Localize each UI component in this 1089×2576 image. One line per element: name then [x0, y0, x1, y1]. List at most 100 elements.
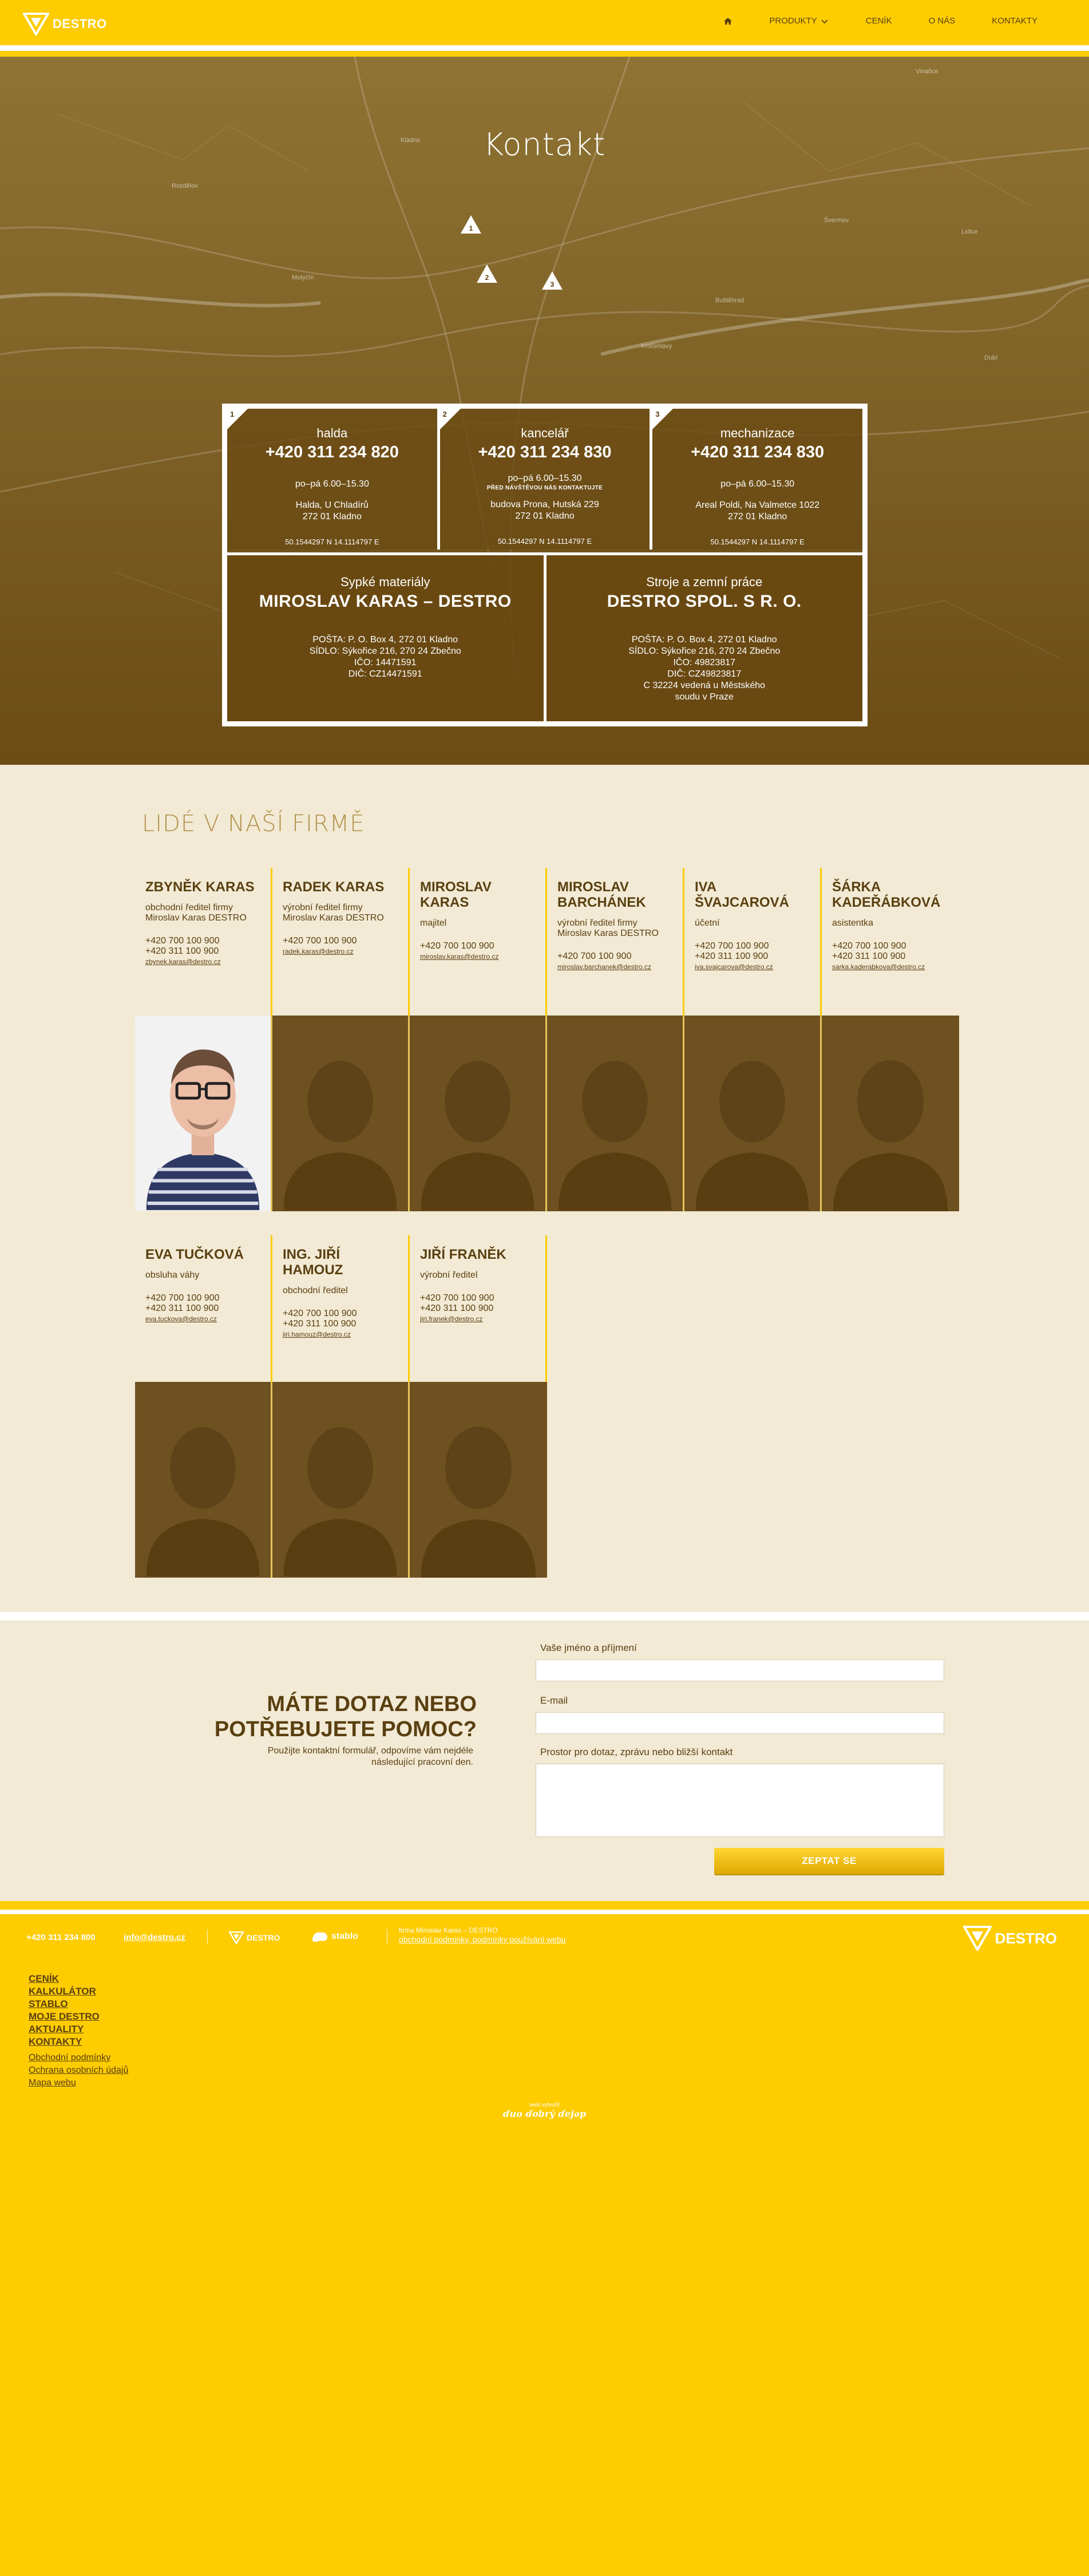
stablo-logo-icon [312, 1932, 327, 1942]
location-phone[interactable]: +420 311 234 830 [440, 443, 650, 462]
section-divider [0, 1612, 1089, 1621]
footer-menu-item[interactable]: AKTUALITY [29, 2023, 100, 2036]
map-label: Buštěhrad [715, 297, 745, 304]
footer-legal-links: Obchodní podmínky Ochrana osobních údajů… [29, 2052, 128, 2089]
footer-link[interactable]: Ochrana osobních údajů [29, 2064, 128, 2077]
location-card: 1 halda +420 311 234 820 po–pá 6.00–15.3… [227, 409, 440, 550]
people-photos-row-1 [135, 1016, 959, 1211]
person-photo-placeholder [135, 1382, 272, 1578]
footer-email[interactable]: info@destro.cz [124, 1933, 185, 1942]
location-phone[interactable]: +420 311 234 830 [652, 443, 862, 462]
location-name: halda [316, 426, 348, 440]
person-email[interactable]: miroslav.karas@destro.cz [420, 953, 536, 961]
firm-details: POŠTA: P. O. Box 4, 272 01 Kladno SÍDLO:… [628, 635, 781, 702]
marker-number: 3 [551, 280, 555, 289]
location-number-badge: 3 [652, 409, 674, 429]
contact-info-box: 1 halda +420 311 234 820 po–pá 6.00–15.3… [222, 404, 868, 726]
main-nav: PRODUKTY CENÍK O NÁS KONTAKTY [723, 16, 1037, 26]
firms-row: Sypké materiály MIROSLAV KARAS – DESTRO … [227, 552, 862, 721]
nav-home[interactable] [723, 17, 732, 26]
map-label: Švermov [824, 217, 849, 224]
firm-card: Sypké materiály MIROSLAV KARAS – DESTRO … [227, 555, 547, 721]
location-phone[interactable]: +420 311 234 820 [227, 443, 437, 462]
person-role: výrobní ředitel [420, 1270, 478, 1280]
person-role: obchodní ředitel [283, 1286, 348, 1295]
map-marker-1[interactable]: 1 [460, 215, 482, 234]
person-card: ZBYNĚK KARAS obchodní ředitel firmy Miro… [135, 868, 272, 1016]
footer-separator [207, 1929, 208, 1944]
contact-map-hero: Kladno Dubí Vinařice Švermov Motyčín Roz… [0, 57, 1089, 765]
person-phones: +420 700 100 900 [420, 941, 494, 951]
footer-menu-item[interactable]: MOJE DESTRO [29, 2010, 100, 2023]
name-input[interactable] [536, 1660, 944, 1681]
map-label: Dubí [984, 354, 998, 361]
footer-menu-item[interactable]: KALKULÁTOR [29, 1985, 100, 1998]
destro-logo-icon [23, 13, 49, 35]
nav-pricelist[interactable]: CENÍK [866, 16, 892, 26]
destro-logo-icon [963, 1926, 992, 1951]
footer-menu: CENÍK KALKULÁTOR STABLO MOJE DESTRO AKTU… [29, 1973, 100, 2048]
email-label: E-mail [540, 1695, 568, 1706]
person-email[interactable]: radek.karas@destro.cz [283, 947, 399, 955]
person-card: MIROSLAV KARAS majitel +420 700 100 900 … [410, 868, 547, 1016]
person-email[interactable]: jiri.hamouz@destro.cz [283, 1330, 399, 1338]
name-label: Vaše jméno a příjmení [540, 1642, 637, 1653]
person-email[interactable]: iva.svajcarova@destro.cz [695, 963, 811, 971]
person-name: JIŘÍ FRANĚK [420, 1247, 506, 1262]
person-photo-placeholder [822, 1016, 959, 1211]
firm-category: Stroje a zemní práce [646, 575, 763, 589]
location-note: PŘED NÁVŠTĚVOU NÁS KONTAKTUJTE [486, 485, 603, 491]
partner-stablo-logo[interactable]: stablo [311, 1930, 358, 1943]
footer-firm-info: firma Miroslav Karas – DESTRO obchodní p… [399, 1926, 566, 1944]
footer-link[interactable]: Mapa webu [29, 2077, 128, 2089]
location-hours: po–pá 6.00–15.30 [508, 473, 582, 483]
person-phones: +420 700 100 900 +420 311 100 900 [420, 1293, 494, 1313]
person-role: obchodní ředitel firmy Miroslav Karas DE… [145, 903, 247, 923]
map-marker-2[interactable]: 2 [476, 264, 498, 283]
submit-button[interactable]: ZEPTAT SE [714, 1848, 944, 1874]
person-name: RADEK KARAS [283, 879, 385, 895]
destro-logo[interactable]: DESTRO [23, 13, 107, 35]
terms-link[interactable]: obchodní podmínky, podmínky používání we… [399, 1935, 566, 1944]
map-label: Lidice [961, 228, 978, 235]
person-name: IVA ŠVAJCAROVÁ [695, 879, 789, 910]
person-photo-placeholder [272, 1382, 410, 1578]
footer-menu-item[interactable]: CENÍK [29, 1973, 100, 1985]
person-email[interactable]: zbynek.karas@destro.cz [145, 958, 262, 966]
top-navbar: DESTRO PRODUKTY CENÍK O NÁS KONTAKTY [0, 0, 1089, 51]
email-input[interactable] [536, 1712, 944, 1734]
partner-destro-logo[interactable]: DESTRO [229, 1931, 280, 1944]
footer-menu-item[interactable]: KONTAKTY [29, 2036, 100, 2048]
footer-link[interactable]: Obchodní podmínky [29, 2052, 128, 2064]
person-name: ING. JIŘÍ HAMOUZ [283, 1247, 343, 1278]
person-phones: +420 700 100 900 +420 311 100 900 [695, 941, 769, 961]
nav-products[interactable]: PRODUKTY [769, 16, 829, 26]
person-photo-placeholder [272, 1016, 410, 1211]
footer-destro-logo[interactable]: DESTRO [963, 1926, 1057, 1951]
location-card: 2 kancelář +420 311 234 830 po–pá 6.00–1… [439, 409, 653, 550]
person-email[interactable]: jiri.franek@destro.cz [420, 1315, 536, 1323]
person-card: MIROSLAV BARCHÁNEK výrobní ředitel firmy… [547, 868, 684, 1016]
logo-text: DESTRO [53, 17, 107, 31]
location-address: Areal Poldi, Na Valmetce 1022 272 01 Klad… [695, 500, 820, 521]
person-name: ŠÁRKA KADEŘÁBKOVÁ [832, 879, 941, 910]
footer-menu-item[interactable]: STABLO [29, 1998, 100, 2010]
nav-contacts[interactable]: KONTAKTY [992, 16, 1037, 26]
person-email[interactable]: eva.tuckova@destro.cz [145, 1315, 262, 1323]
nav-about[interactable]: O NÁS [929, 16, 956, 26]
person-card: ŠÁRKA KADEŘÁBKOVÁ asistentka +420 700 10… [822, 868, 959, 1016]
location-number-badge: 1 [227, 409, 248, 429]
person-role: obsluha váhy [145, 1270, 200, 1280]
person-email[interactable]: sarka.kaderabkova@destro.cz [832, 963, 950, 971]
location-gps: 50.1544297 N 14.1114797 E [497, 537, 592, 546]
map-marker-3[interactable]: 3 [541, 271, 563, 290]
person-phones: +420 700 100 900 [283, 936, 357, 946]
message-textarea[interactable] [536, 1764, 944, 1837]
person-email[interactable]: miroslav.barchanek@destro.cz [557, 963, 674, 971]
person-card: ING. JIŘÍ HAMOUZ obchodní ředitel +420 7… [272, 1235, 410, 1383]
author-credit[interactable]: web vytvořil ɗuo ɗobrý ɗejǝp [0, 2102, 1089, 2119]
firm-name: DESTRO SPOL. S R. O. [607, 592, 802, 611]
person-phones: +420 700 100 900 +420 311 100 900 [283, 1309, 357, 1329]
person-name: MIROSLAV KARAS [420, 879, 492, 910]
footer-phone[interactable]: +420 311 234 800 [26, 1933, 96, 1942]
